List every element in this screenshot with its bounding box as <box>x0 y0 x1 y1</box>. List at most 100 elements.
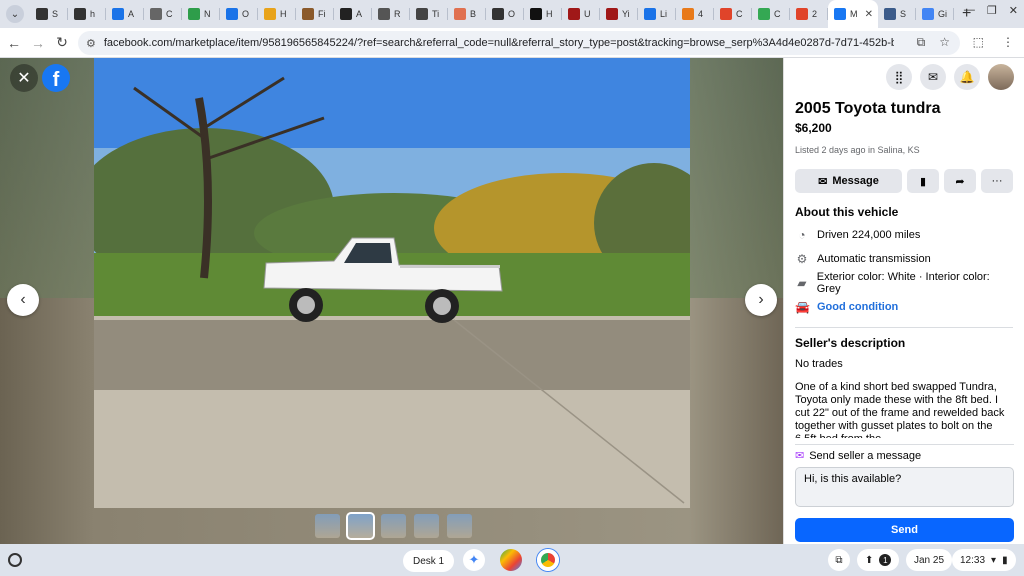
notifications-button[interactable]: 🔔 <box>954 64 980 90</box>
share-button[interactable]: ➦ <box>944 169 976 193</box>
desk-button[interactable]: Desk 1 <box>403 550 455 572</box>
tab[interactable]: A <box>334 0 372 28</box>
site-info-icon[interactable]: ⚙ <box>86 37 96 50</box>
tab[interactable]: O <box>220 0 258 28</box>
tab[interactable]: C <box>144 0 182 28</box>
tab[interactable]: Ti <box>410 0 448 28</box>
facebook-icon: f <box>52 69 60 91</box>
messenger-icon: ✉ <box>795 450 805 462</box>
previous-photo-button[interactable]: ‹ <box>7 284 39 316</box>
chrome-icon[interactable] <box>537 549 559 571</box>
tab[interactable]: Yi <box>600 0 638 28</box>
launcher-button[interactable] <box>8 553 22 567</box>
back-button[interactable]: ← <box>2 35 26 51</box>
tab[interactable]: N <box>182 0 220 28</box>
detail-text: Exterior color: White · Interior color: … <box>816 271 990 295</box>
detail-text: Automatic transmission <box>817 253 931 265</box>
tab-label: O <box>508 9 516 19</box>
favicon-icon <box>264 8 276 20</box>
tab-label: Ti <box>432 9 440 19</box>
url-text[interactable]: facebook.com/marketplace/item/9581965658… <box>104 37 894 49</box>
forward-button[interactable]: → <box>26 35 50 51</box>
tab[interactable]: h <box>68 0 106 28</box>
thumbnail[interactable] <box>381 514 406 538</box>
close-icon: ✕ <box>17 70 31 87</box>
tab[interactable]: A <box>106 0 144 28</box>
send-button[interactable]: Send <box>795 518 1014 542</box>
thumbnail-active[interactable] <box>346 512 375 540</box>
tab-label: O <box>242 9 250 19</box>
description-text: One of a kind short bed swapped Tundra, … <box>795 381 1005 438</box>
bell-icon: 🔔 <box>959 70 975 84</box>
os-shelf: Desk 1 ✦ ⧉ ⬆ 1 Jan 25 12:33 ▾ ▮ <box>0 544 1024 576</box>
favicon-icon <box>112 8 124 20</box>
tab[interactable]: O <box>486 0 524 28</box>
extensions-icon[interactable]: ⬚ <box>973 35 984 49</box>
tab[interactable]: Fi <box>296 0 334 28</box>
tab[interactable]: C <box>714 0 752 28</box>
next-photo-button[interactable]: › <box>745 284 777 316</box>
tab[interactable]: C <box>752 0 790 28</box>
tab[interactable]: H <box>258 0 296 28</box>
play-store-icon[interactable] <box>500 549 522 571</box>
bookmark-star-icon[interactable]: ☆ <box>939 35 950 50</box>
favicon-icon <box>606 8 618 20</box>
message-input[interactable]: Hi, is this available? <box>795 467 1014 507</box>
facebook-logo[interactable]: f <box>42 64 70 92</box>
tab[interactable]: R <box>372 0 410 28</box>
close-viewer-button[interactable]: ✕ <box>10 64 38 92</box>
tab-label: R <box>394 9 401 19</box>
tab-active[interactable]: M ✕ <box>828 0 878 28</box>
listing-panel: ⣿ ✉ 🔔 2005 Toyota tundra $6,200 Listed 2… <box>783 58 1024 544</box>
grid-icon: ⣿ <box>894 70 904 84</box>
tab-label: C <box>774 9 781 19</box>
tab-search-button[interactable]: ⌄ <box>6 5 24 23</box>
tab[interactable]: S <box>30 0 68 28</box>
tab-label: S <box>900 9 907 19</box>
save-button[interactable]: ▮ <box>907 169 939 193</box>
favicon-icon <box>188 8 200 20</box>
seller-heading: Seller's description <box>795 336 906 350</box>
close-tab-icon[interactable]: ✕ <box>865 9 873 20</box>
thumbnail[interactable] <box>414 514 439 538</box>
tab[interactable]: 2 <box>790 0 828 28</box>
date-tray[interactable]: Jan 25 <box>906 549 953 571</box>
cast-icon[interactable]: ⧉ <box>917 35 926 50</box>
tab-strip: ⌄ Sh A C N O H Fi A R Ti B O H U Yi Li 4 C C 2 M ✕ S Gi + — ❐ ✕ <box>0 0 1024 28</box>
tab[interactable]: Li <box>638 0 676 28</box>
tab[interactable]: 4 <box>676 0 714 28</box>
tab[interactable]: B <box>448 0 486 28</box>
favicon-icon <box>416 8 428 20</box>
avatar[interactable] <box>988 64 1014 90</box>
notification-tray[interactable]: ⬆ 1 <box>857 549 900 571</box>
menu-grid-button[interactable]: ⣿ <box>886 64 912 90</box>
minimize-icon[interactable]: — <box>964 4 975 17</box>
more-button[interactable]: ··· <box>981 169 1013 193</box>
restore-icon[interactable]: ❐ <box>987 4 997 17</box>
tab[interactable]: S <box>878 0 916 28</box>
close-window-icon[interactable]: ✕ <box>1009 4 1018 17</box>
detail-text: Driven 224,000 miles <box>817 229 921 241</box>
thumbnail[interactable] <box>315 514 340 538</box>
tab-label: Fi <box>318 9 326 19</box>
listing-meta: Listed 2 days ago in Salina, KS <box>795 145 920 155</box>
gemini-icon[interactable]: ✦ <box>463 549 485 571</box>
menu-icon[interactable]: ⋮ <box>1002 35 1014 49</box>
tab[interactable]: H <box>524 0 562 28</box>
message-button[interactable]: ✉ Message <box>795 169 902 193</box>
tab-label: Li <box>660 9 668 19</box>
tab-label: U <box>584 9 591 19</box>
detail-row[interactable]: 🚘 Good condition <box>795 295 1013 319</box>
thumbnail[interactable] <box>447 514 472 538</box>
messenger-button[interactable]: ✉ <box>920 64 946 90</box>
omnibox[interactable]: ⚙ facebook.com/marketplace/item/95819656… <box>78 31 960 55</box>
tab-label: Gi <box>938 9 947 19</box>
chevron-down-icon: ⌄ <box>10 8 20 20</box>
tab[interactable]: Gi <box>916 0 954 28</box>
tab[interactable]: U <box>562 0 600 28</box>
tab-label: B <box>470 9 477 19</box>
screen-capture-icon[interactable]: ⧉ <box>828 549 850 571</box>
notification-count: 1 <box>879 554 892 566</box>
status-tray[interactable]: 12:33 ▾ ▮ <box>952 549 1016 571</box>
reload-button[interactable]: ↻ <box>50 34 74 51</box>
